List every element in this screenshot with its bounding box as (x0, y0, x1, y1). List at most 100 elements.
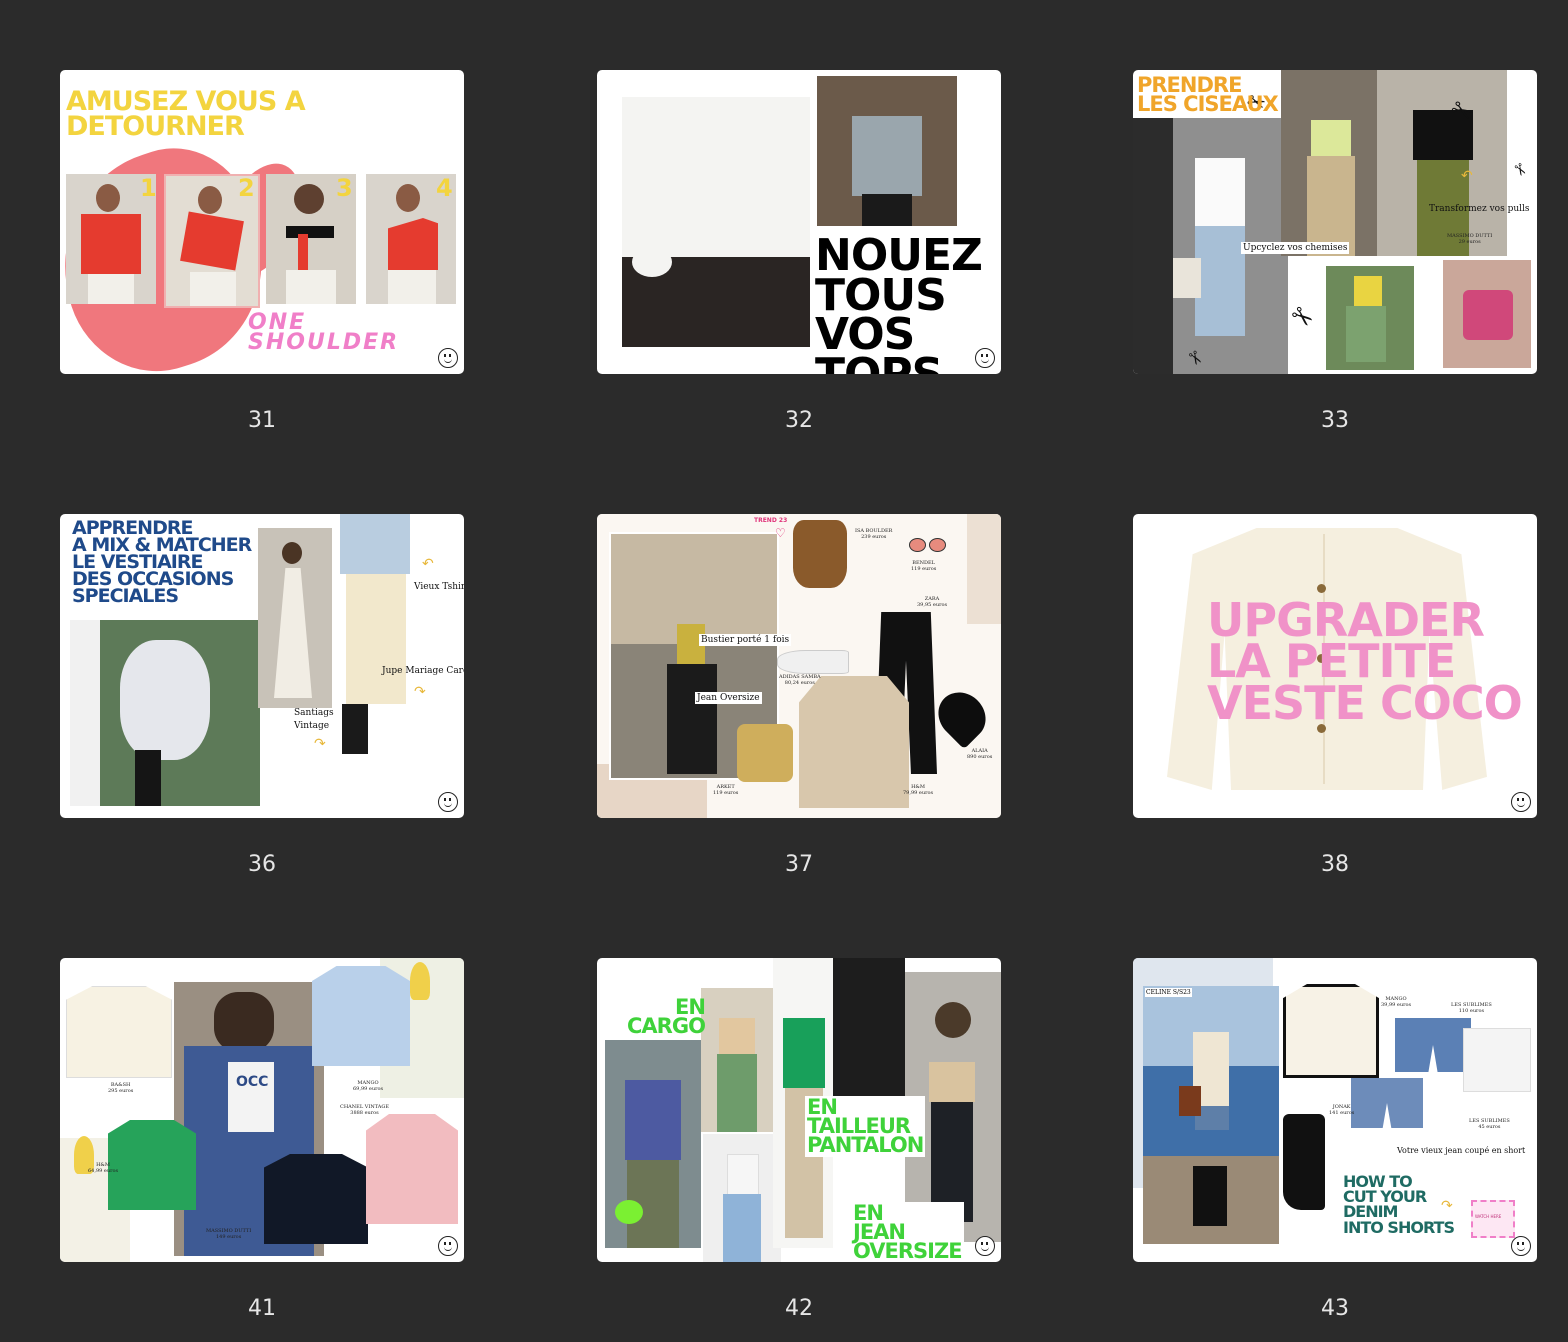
caption: Santiags (294, 708, 334, 718)
street-style-photo (1326, 266, 1414, 370)
lace-skirt-photo (70, 620, 260, 806)
slide-preview: CELINE S/S23 MANGO 39,99 euros LES SUBLIM… (1133, 958, 1537, 1262)
product-label: LES SUBLIMES 45 euros (1469, 1118, 1510, 1130)
caption: Transformez vos pulls (1429, 204, 1530, 214)
sleeveless-sweater-photo (1377, 70, 1507, 256)
caption: Votre vieux jean coupé en short (1397, 1146, 1526, 1155)
caption: Jean Oversize (695, 692, 762, 704)
tulip-decoration (410, 962, 430, 1000)
slide-preview: NOUEZ TOUS VOS TOPS (597, 70, 1001, 374)
knotted-tshirt-photo (622, 97, 810, 347)
product-label: ZARA 39,95 euros (917, 596, 948, 608)
lace-dress-photo (258, 528, 332, 708)
curved-arrow-icon: ↷ (314, 735, 326, 751)
street-style-photo (1281, 70, 1377, 256)
label-tailleur: EN TAILLEUR PANTALON (805, 1095, 926, 1157)
sunglasses-product-image (909, 538, 947, 552)
product-label: ADIDAS SAMBA 80,24 euros (779, 674, 821, 686)
slide-number: 31 (248, 408, 276, 433)
label-jean: EN JEAN OVERSIZE (851, 1201, 964, 1262)
denim-shorts-product-image (1395, 1018, 1471, 1072)
slide-number: 32 (785, 408, 813, 433)
slide-subtitle: ONE SHOULDER (248, 310, 400, 356)
curved-arrow-icon: ↶ (422, 555, 434, 571)
bustier-product-image (793, 520, 847, 588)
label-cargo: EN CARGO (627, 995, 706, 1038)
caption: Jupe Mariage Caro (382, 666, 464, 676)
caption: Bustier porté 1 fois (699, 634, 792, 646)
product-label: CHANEL VINTAGE 3888 euros (340, 1104, 390, 1116)
smiley-logo-icon (975, 348, 995, 368)
denim-shorts-product-image (1351, 1078, 1423, 1128)
black-jacket-product-image (264, 1154, 368, 1244)
slide-preview: OCC BA&SH 295 euros MANGO 69,99 euros CHAN… (60, 958, 464, 1262)
celine-runway-photo (1143, 986, 1279, 1244)
sneaker-product-image (777, 650, 849, 674)
outfit-photo (701, 988, 773, 1132)
slide-title: AMUSEZ VOUS A DETOURNER (66, 86, 306, 142)
smiley-logo-icon (438, 1236, 458, 1256)
product-label: MASSIMO DUTTI 29 euros (1447, 233, 1493, 245)
caption: CELINE S/S23 (1145, 988, 1192, 997)
product-label: MANGO 69,99 euros (353, 1080, 384, 1092)
smiley-logo-icon (438, 792, 458, 812)
slide-number: 43 (1321, 1296, 1349, 1321)
slide-number: 41 (248, 1296, 276, 1321)
cream-jacket-product-image (66, 986, 172, 1078)
caption: Upcyclez vos chemises (1241, 242, 1350, 254)
smiley-logo-icon (438, 348, 458, 368)
product-label: MASSIMO DUTTI 149 euros (206, 1228, 252, 1240)
knotted-shirt-photo (817, 76, 957, 226)
trend-tag: TREND 23 (754, 517, 788, 524)
caption: Vintage (294, 721, 330, 731)
white-tshirt-product-image (1463, 1028, 1531, 1092)
scissors-icon: ✂ (1508, 160, 1530, 181)
slide-preview: EN CARGO EN TAILLEUR PANTALON EN JEAN OV… (597, 958, 1001, 1262)
slide-title: HOW TO CUT YOUR DENIM INTO SHORTS (1343, 1172, 1455, 1237)
outfit-photo (605, 1040, 701, 1248)
sweatshirt-print: OCC (236, 1074, 269, 1090)
step-number: 3 (336, 174, 353, 202)
pink-jacket-product-image (366, 1114, 458, 1224)
outfit-photo (703, 1134, 781, 1262)
product-label: ARKET 119 euros (713, 784, 739, 796)
slide-number: 37 (785, 852, 813, 877)
slide-number: 33 (1321, 408, 1349, 433)
step-number: 4 (436, 174, 453, 202)
product-label: H&M 64,99 euros (88, 1162, 119, 1174)
watch-here-film-icon[interactable]: WATCH HERE (1471, 1200, 1515, 1238)
product-label: LES SUBLIMES 110 euros (1451, 1002, 1492, 1014)
product-label: MANGO 39,99 euros (1381, 996, 1412, 1008)
product-label: BENDEL 119 euros (911, 560, 937, 572)
slide-preview: UPGRADER LA PETITE VESTE COCO (1133, 514, 1537, 818)
outfit-photo (833, 958, 905, 1118)
heart-icon: ♡ (775, 526, 786, 540)
slide-title: UPGRADER LA PETITE VESTE COCO (1207, 593, 1523, 730)
blue-jacket-product-image (312, 966, 410, 1066)
slide-preview: TREND 23 ♡ Bustier porté 1 fois Jean Ove… (597, 514, 1001, 818)
blazer-product-image (799, 676, 909, 808)
scissors-icon: ✂ (1284, 298, 1321, 336)
curved-arrow-icon: ↶ (1461, 167, 1473, 183)
step-number: 2 (238, 174, 255, 202)
gold-bag-product-image (737, 724, 793, 782)
caption: Vieux Tshirt (414, 582, 464, 592)
smiley-logo-icon (1511, 1236, 1531, 1256)
slide-title: PRENDRE LES CISEAUX (1137, 73, 1279, 116)
product-label: ISA BOULDER 239 euros (855, 528, 893, 540)
green-jacket-product-image (108, 1120, 196, 1210)
slide-preview: PRENDRE LES CISEAUX Transformez vos pull… (1133, 70, 1537, 374)
curved-arrow-icon: ↷ (1441, 1197, 1453, 1213)
slide-title: NOUEZ TOUS VOS TOPS (815, 230, 983, 374)
boots-product-image (1283, 1114, 1325, 1210)
step-number: 1 (140, 174, 157, 202)
slide-preview: AMUSEZ VOUS A DETOURNER 1 2 3 4 ONE SHOU… (60, 70, 464, 374)
curved-arrow-icon: ↷ (414, 683, 426, 699)
product-label: H&M 79,99 euros (903, 784, 934, 796)
watch-here-label: WATCH HERE (1475, 1214, 1502, 1219)
slide-number: 42 (785, 1296, 813, 1321)
slide-number: 38 (1321, 852, 1349, 877)
cardigan-product-image (1283, 984, 1379, 1078)
slide-title: APPRENDRE A MIX & MATCHER LE VESTIAIRE D… (72, 517, 252, 608)
product-label: JONAK 141 euros (1329, 1104, 1355, 1116)
